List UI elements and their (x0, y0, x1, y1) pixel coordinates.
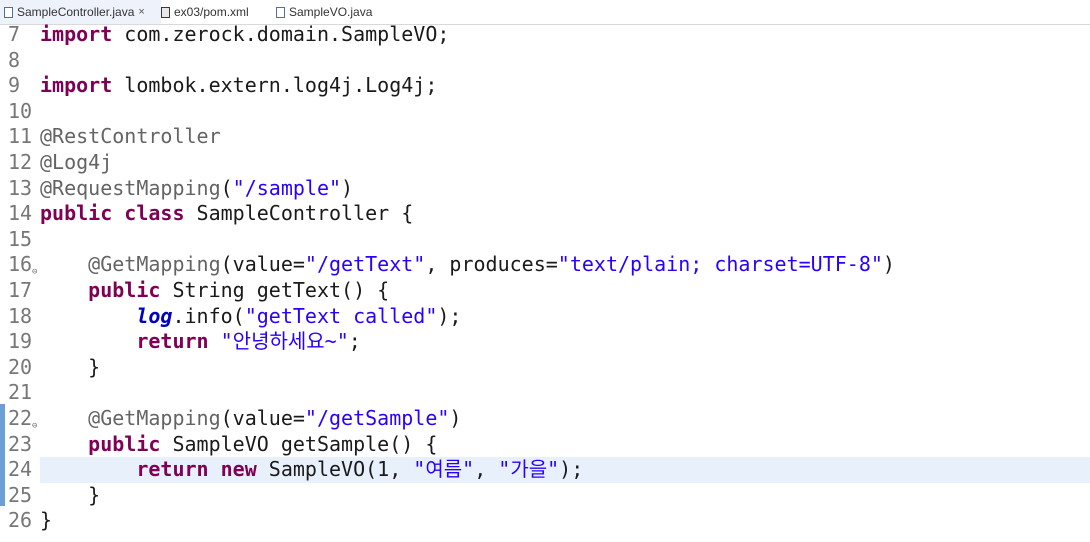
code-line[interactable]: 26 } (0, 508, 1090, 534)
code-text: @RequestMapping("/sample") (40, 175, 354, 200)
line-number: 11 (8, 124, 33, 149)
code-line[interactable]: 14 public class SampleController { (0, 201, 1090, 227)
line-number: 13 (8, 175, 33, 200)
line-number: 18 (8, 303, 33, 328)
code-line[interactable]: 17 public String getText() { (0, 278, 1090, 304)
java-file-icon (4, 6, 13, 18)
tab-label: SampleController.java (17, 5, 135, 19)
code-line[interactable]: 20 } (0, 355, 1090, 381)
code-line[interactable]: 13 @RequestMapping("/sample") (0, 176, 1090, 202)
code-line[interactable]: 18 log.info("getText called"); (0, 304, 1090, 330)
code-text: import com.zerock.domain.SampleVO; (40, 22, 450, 46)
code-line[interactable]: 10 (0, 99, 1090, 125)
code-text: @Log4j (40, 150, 113, 174)
code-line[interactable]: 9 import lombok.extern.log4j.Log4j; (0, 73, 1090, 99)
line-number: 23 (8, 431, 33, 456)
line-number: 24 (8, 457, 33, 482)
code-text: public String getText() { (88, 278, 390, 302)
current-code-line[interactable]: return new SampleVO(1, "여름", "가을"); (40, 457, 1090, 483)
code-text: } (40, 508, 53, 533)
line-number: 21 (8, 380, 33, 405)
code-line[interactable]: 19 return "안녕하세요~"; (0, 329, 1090, 355)
java-file-icon (276, 6, 285, 18)
code-text: } (40, 354, 101, 379)
code-text: public SampleVO getSample() { (88, 431, 438, 456)
code-line[interactable]: 25 } (0, 483, 1090, 509)
code-line[interactable]: 12 @Log4j (0, 150, 1090, 176)
line-number: 17 (8, 278, 33, 302)
line-number: 15 (8, 226, 33, 251)
line-number: 20 (8, 354, 33, 379)
code-line[interactable]: 16 ⊖ @GetMapping(value="/getText", produ… (0, 252, 1090, 278)
line-number: 25 (8, 482, 33, 507)
line-number: 26 (8, 508, 33, 533)
code-line[interactable]: 7 import com.zerock.domain.SampleVO; (0, 22, 1090, 48)
code-line[interactable]: 23 public SampleVO getSample() { (0, 432, 1090, 458)
tab-samplevo-java[interactable]: SampleVO.java (276, 0, 386, 24)
code-text: return "안녕하세요~"; (136, 329, 361, 354)
tab-label: SampleVO.java (289, 5, 373, 19)
tab-label: ex03/pom.xml (174, 5, 249, 19)
line-number: 12 (8, 150, 33, 174)
code-line[interactable]: 11 @RestController (0, 124, 1090, 150)
code-text: @GetMapping(value="/getSample") (88, 406, 462, 430)
line-number-cell: 24 (0, 457, 40, 483)
line-number: 19 (8, 329, 33, 354)
code-text: } (40, 482, 101, 507)
code-text: public class SampleController { (40, 201, 414, 226)
code-line[interactable]: 22 ⊖ @GetMapping(value="/getSample") (0, 406, 1090, 432)
tab-samplecontroller-java[interactable]: SampleController.java × (0, 0, 161, 24)
code-text: @RestController (40, 124, 221, 149)
line-number: 8 (8, 47, 21, 72)
line-number: 9 (8, 73, 21, 98)
tab-pom-xml[interactable]: ex03/pom.xml (161, 0, 271, 24)
code-text: import lombok.extern.log4j.Log4j; (40, 73, 438, 98)
code-line[interactable]: 21 (0, 380, 1090, 406)
line-number: 10 (8, 98, 33, 123)
code-text: @GetMapping(value="/getText", produces="… (88, 252, 895, 277)
xml-file-icon (161, 6, 170, 18)
line-number: 7 (8, 22, 21, 46)
code-line[interactable]: 8 (0, 48, 1090, 74)
close-icon[interactable]: × (138, 6, 144, 18)
code-text: log.info("getText called"); (136, 303, 462, 328)
code-line[interactable]: 15 (0, 227, 1090, 253)
line-number: 14 (8, 201, 33, 226)
code-text: return new SampleVO(1, "여름", "가을"); (136, 457, 584, 482)
